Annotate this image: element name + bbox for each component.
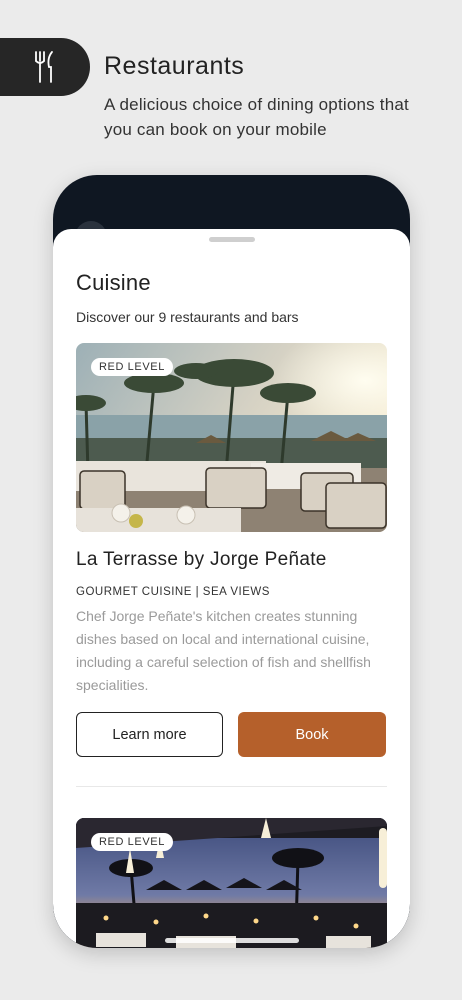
promo-subtitle: A delicious choice of dining options tha…	[104, 95, 409, 139]
restaurant-photo[interactable]: RED LEVEL	[76, 818, 387, 948]
page-subtitle: Discover our 9 restaurants and bars	[76, 309, 299, 325]
restaurant-description: Chef Jorge Peñate's kitchen creates stun…	[76, 608, 371, 693]
promo-title: Restaurants	[104, 52, 245, 80]
learn-more-button[interactable]: Learn more	[76, 712, 223, 757]
level-badge: RED LEVEL	[91, 833, 173, 851]
page-title: Cuisine	[76, 270, 151, 295]
cutlery-icon	[35, 51, 53, 83]
level-badge: RED LEVEL	[91, 358, 173, 376]
restaurant-photo[interactable]: RED LEVEL	[76, 343, 387, 532]
app-store-screenshot: Restaurants A delicious choice of dining…	[0, 0, 462, 1000]
restaurant-tags: GOURMET CUISINE | SEA VIEWS	[76, 586, 270, 598]
bottom-sheet: Cuisine Discover our 9 restaurants and b…	[53, 229, 410, 948]
restaurant-name: La Terrasse by Jorge Peñate	[76, 549, 327, 570]
restaurants-feature-badge	[0, 38, 90, 96]
home-indicator	[165, 938, 299, 943]
divider	[76, 786, 387, 787]
sheet-grabber[interactable]	[209, 237, 255, 242]
book-button[interactable]: Book	[238, 712, 386, 757]
phone-mockup: Cuisine Discover our 9 restaurants and b…	[53, 175, 410, 948]
